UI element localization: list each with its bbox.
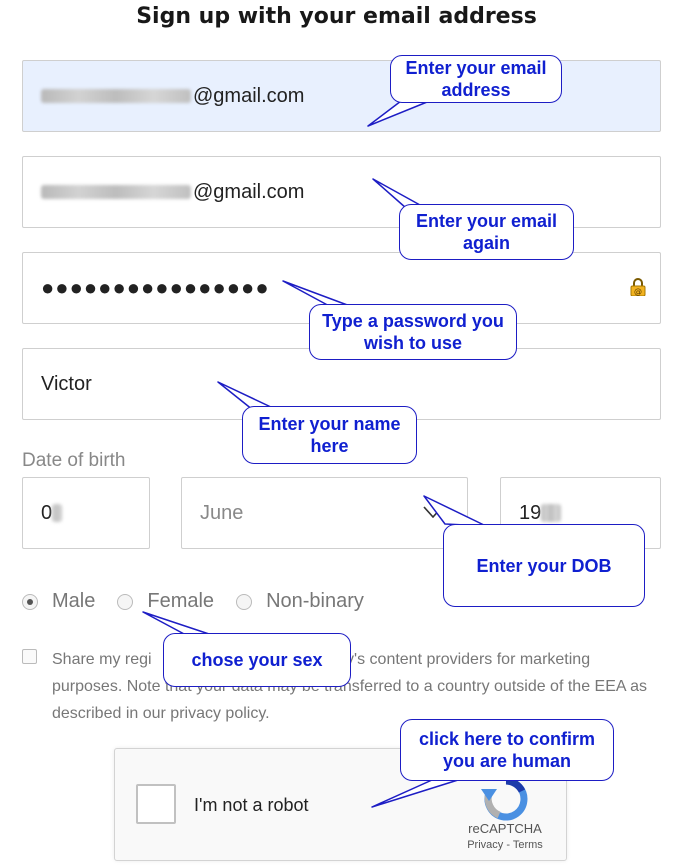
chevron-down-icon [423, 506, 443, 518]
redacted-username [41, 89, 191, 103]
gender-option-nonbinary[interactable]: Non-binary [236, 590, 364, 613]
radio-female[interactable] [117, 593, 134, 610]
redacted-year-digits [541, 504, 562, 522]
recaptcha-logo-icon [481, 777, 528, 821]
confirm-email-domain: @gmail.com [193, 180, 305, 203]
redacted-day-digit [52, 504, 63, 522]
recaptcha-label: I'm not a robot [194, 795, 309, 815]
gender-radio-group: Male Female Non-binary [22, 590, 386, 613]
gender-option-male[interactable]: Male [22, 590, 95, 613]
page-title: Sign up with your email address [136, 4, 537, 29]
callout-gender: chose your sex [163, 633, 351, 687]
svg-text:@: @ [634, 287, 642, 296]
gender-option-female[interactable]: Female [117, 590, 214, 613]
dob-label: Date of birth [22, 450, 126, 471]
gender-label-nonbinary: Non-binary [266, 590, 364, 612]
dob-month-value: June [200, 501, 244, 524]
email-field[interactable]: @gmail.com [22, 60, 661, 132]
recaptcha-brand: reCAPTCHA [468, 821, 542, 836]
redacted-username [41, 185, 191, 199]
password-mask: ●●●●●●●●●●●●●●●● [41, 275, 270, 300]
lock-icon[interactable]: @ [630, 278, 646, 296]
radio-male[interactable] [22, 593, 38, 610]
radio-nonbinary[interactable] [236, 593, 253, 610]
gender-label-male: Male [52, 590, 96, 612]
callout-name: Enter your name here [242, 406, 417, 464]
share-data-checkbox[interactable] [22, 649, 37, 664]
gender-label-female: Female [147, 590, 215, 612]
email-domain: @gmail.com [193, 84, 305, 107]
pointer-gender [142, 611, 213, 636]
dob-day-value: 0 [41, 501, 53, 524]
name-value: Victor [41, 372, 92, 395]
callout-captcha: click here to confirm you are human [400, 719, 614, 781]
dob-year-value: 19 [519, 501, 542, 524]
callout-confirm-email: Enter your email again [399, 204, 574, 260]
callout-password: Type a password you wish to use [309, 304, 517, 360]
recaptcha-privacy-terms[interactable]: Privacy - Terms [455, 839, 555, 851]
share-text-part1: Share my regi [52, 651, 152, 668]
callout-email: Enter your email address [390, 55, 562, 103]
recaptcha-checkbox[interactable] [136, 784, 176, 824]
share-data-text: Share my regi fy's content providers for … [52, 646, 652, 727]
dob-day-field[interactable]: 0 [22, 477, 150, 549]
dob-month-select[interactable]: June [181, 477, 468, 549]
callout-dob: Enter your DOB [443, 524, 645, 607]
